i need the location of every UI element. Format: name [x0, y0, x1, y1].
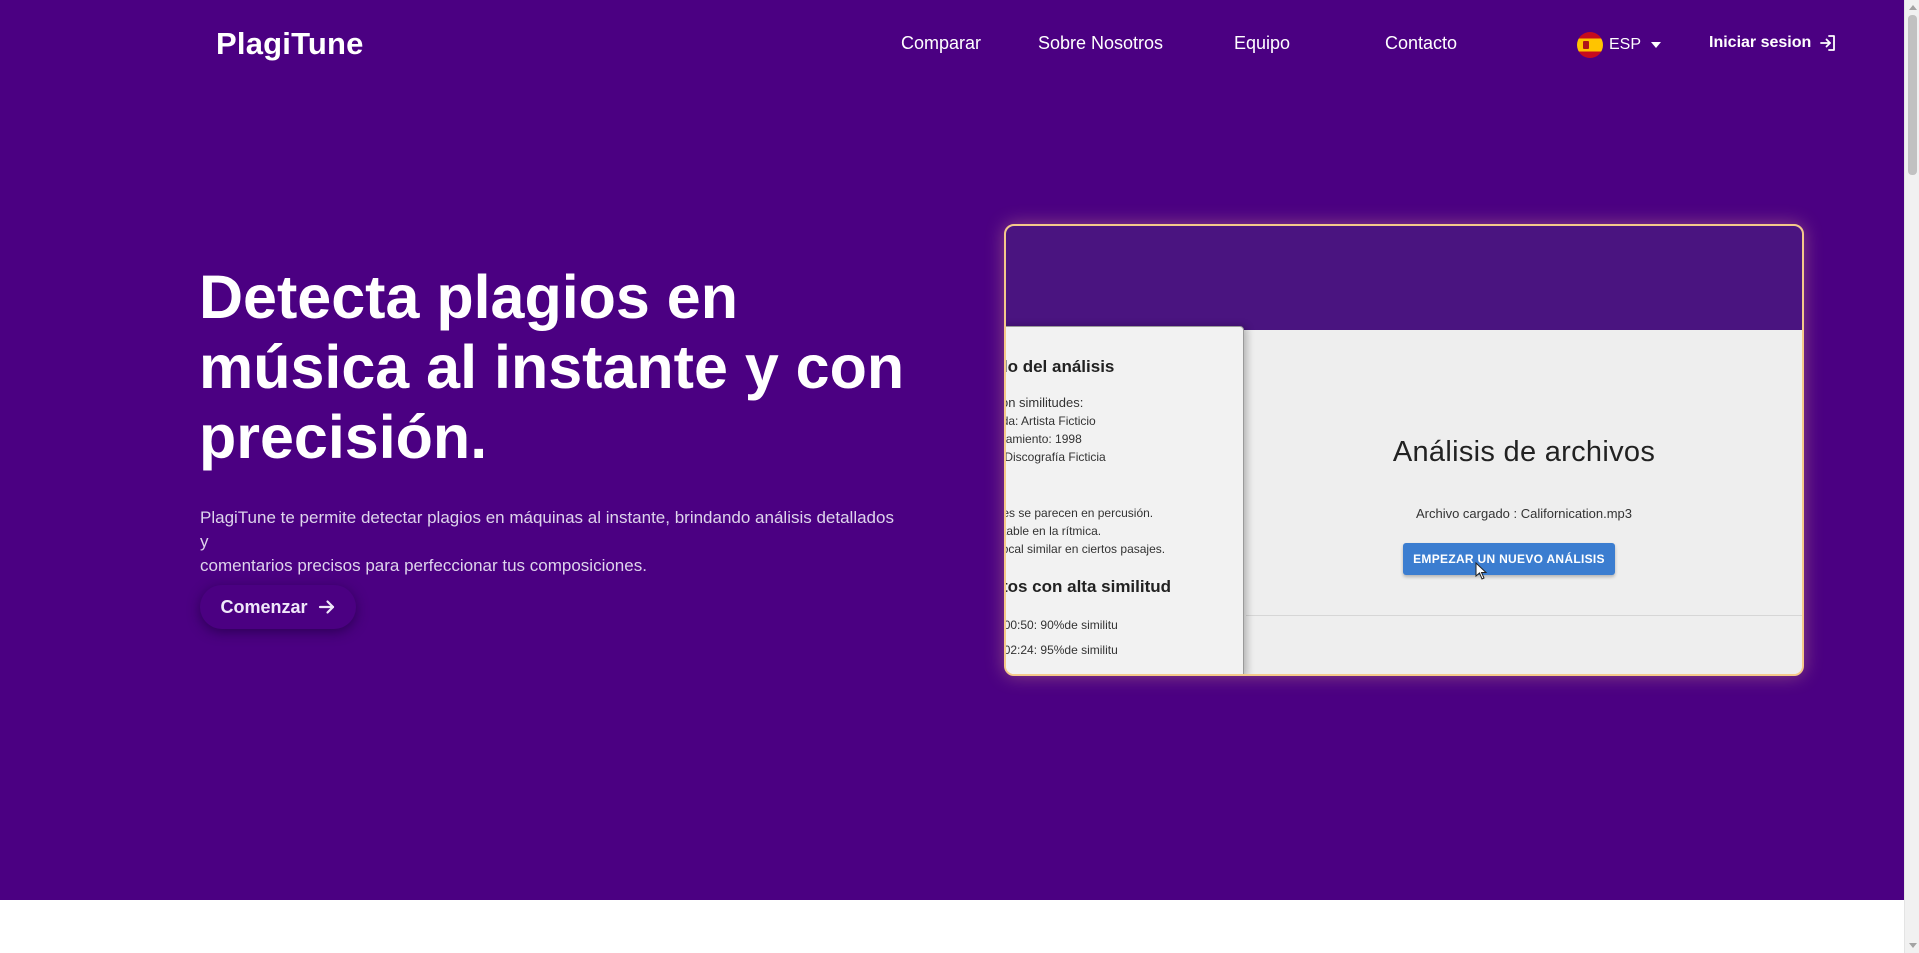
analysis-result-panel: ultado del análisis ción con similitudes… [1004, 326, 1244, 674]
language-selector[interactable]: ESP [1577, 32, 1662, 58]
spain-flag-icon [1577, 32, 1603, 58]
nav-link-sobre-nosotros[interactable]: Sobre Nosotros [1038, 33, 1163, 54]
language-label: ESP [1609, 36, 1642, 53]
headline-line: música al instante y con [199, 333, 905, 401]
scroll-down-arrow-icon[interactable] [1909, 943, 1917, 948]
app-preview-image: Análisis de archivos Archivo cargado : C… [1004, 224, 1804, 676]
brand-logo[interactable]: PlagiTune [216, 26, 364, 62]
page-scrollbar[interactable] [1904, 0, 1919, 953]
get-started-button[interactable]: Comenzar [200, 585, 356, 629]
login-arrow-icon [1820, 35, 1836, 51]
headline-line: precisión. [199, 403, 488, 471]
scroll-up-arrow-icon[interactable] [1909, 5, 1917, 10]
get-started-label: Comenzar [220, 596, 308, 617]
match-line: de lanzamiento: 1998 [1005, 432, 1082, 446]
hero-section: PlagiTune Comparar Sobre Nosotros Equipo… [0, 0, 1904, 900]
segment-line: 0:45 a 00:50: 90%de similitu [1004, 618, 1118, 632]
top-navbar: PlagiTune Comparar Sobre Nosotros Equipo… [0, 0, 1904, 90]
arrow-right-icon [318, 600, 334, 614]
details-line: lidad vocal similar en ciertos pasajes. [1006, 542, 1166, 556]
details-line: anciones se parecen en percusión. [1006, 506, 1154, 520]
preview-new-analysis-button: EMPEZAR UN NUEVO ANÁLISIS [1403, 543, 1615, 575]
nav-link-comparar[interactable]: Comparar [901, 33, 981, 54]
description-line: PlagiTune te permite detectar plagios en… [200, 508, 894, 551]
details-line: itud notable en la rítmica. [1006, 524, 1102, 538]
scroll-thumb[interactable] [1908, 15, 1917, 175]
segments-heading: mentos con alta similitud [1004, 577, 1172, 596]
description-line: comentarios precisos para perfeccionar t… [200, 556, 647, 575]
preview-divider [1246, 615, 1802, 616]
match-line: ta/Banda: Artista Ficticio [1006, 414, 1096, 428]
login-button[interactable]: Iniciar sesion [1709, 34, 1837, 52]
match-line: grafía: Discografía Ficticia [1004, 450, 1106, 464]
result-heading: ultado del análisis [1006, 357, 1115, 376]
nav-link-equipo[interactable]: Equipo [1234, 33, 1290, 54]
mouse-cursor-icon [1475, 562, 1488, 580]
match-label: ción con similitudes: [1006, 395, 1084, 410]
page: PlagiTune Comparar Sobre Nosotros Equipo… [0, 0, 1919, 953]
headline-line: Detecta plagios en [199, 263, 738, 331]
caret-down-icon [1651, 42, 1662, 48]
hero-headline: Detecta plagios en música al instante y … [199, 262, 919, 472]
nav-link-contacto[interactable]: Contacto [1385, 33, 1457, 54]
segment-line: 2:20 a 02:24: 95%de similitu [1004, 643, 1118, 657]
login-label: Iniciar sesion [1709, 34, 1812, 51]
preview-header-bar [1006, 226, 1802, 330]
hero-description: PlagiTune te permite detectar plagios en… [200, 506, 900, 578]
